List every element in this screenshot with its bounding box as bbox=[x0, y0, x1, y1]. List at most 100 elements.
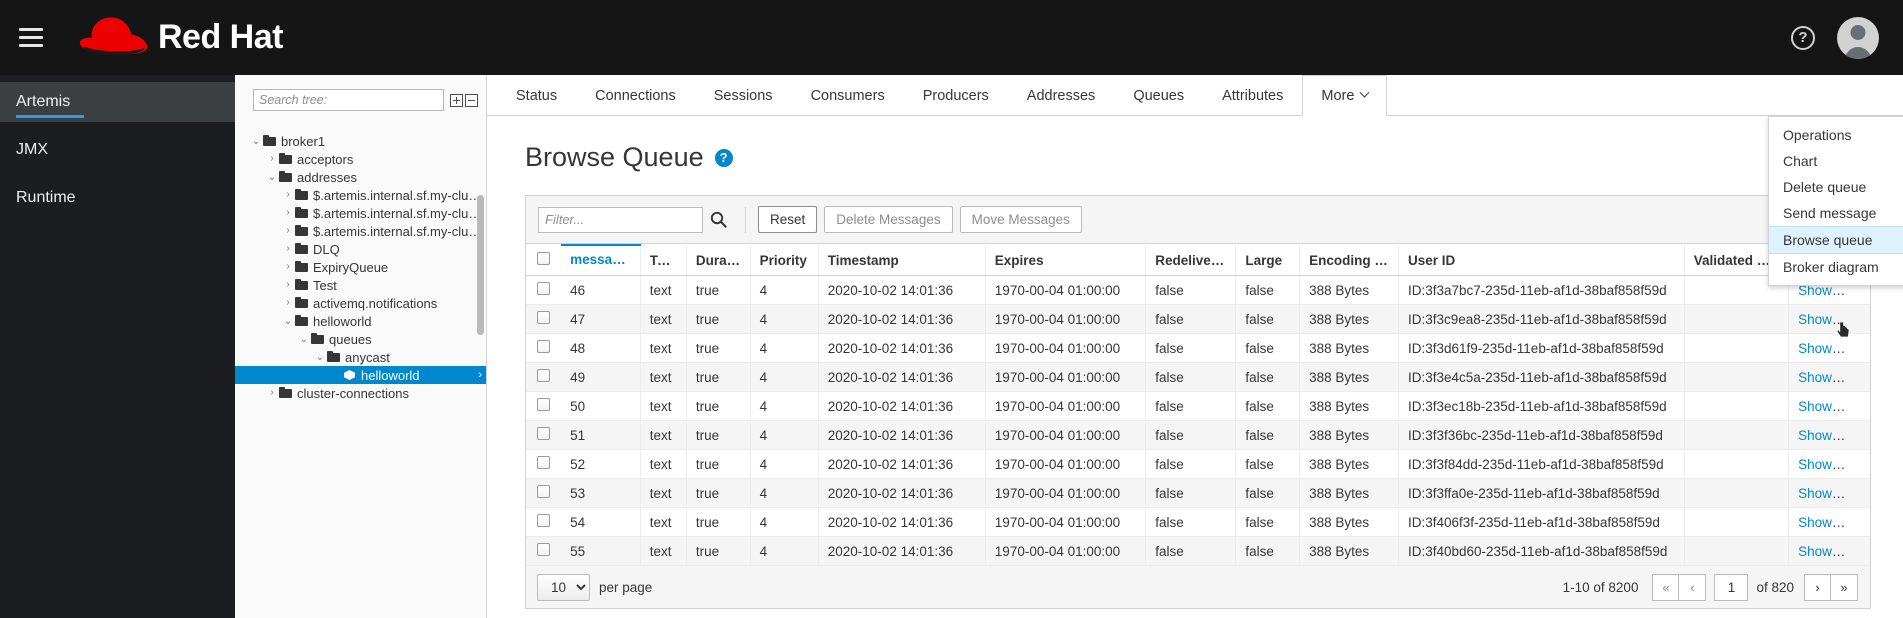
hamburger-icon[interactable] bbox=[14, 21, 48, 55]
row-checkbox[interactable] bbox=[537, 282, 550, 295]
next-page-button[interactable]: › bbox=[1804, 573, 1831, 601]
delete-messages-button[interactable]: Delete Messages bbox=[824, 206, 953, 233]
row-checkbox[interactable] bbox=[537, 427, 550, 440]
chevron-right-icon[interactable]: › bbox=[470, 369, 482, 381]
reset-button[interactable]: Reset bbox=[758, 206, 818, 233]
chevron-right-icon[interactable]: › bbox=[281, 280, 295, 290]
tree-node[interactable]: › ExpiryQueue bbox=[235, 258, 486, 276]
action-show-button[interactable]: Show bbox=[1798, 399, 1832, 414]
page-number-input[interactable] bbox=[1714, 573, 1749, 601]
column-header-messageid[interactable]: messageID^ bbox=[561, 244, 641, 276]
tree-scrollbar[interactable] bbox=[477, 195, 484, 335]
chevron-down-icon[interactable]: ⌄ bbox=[297, 334, 311, 344]
select-all-checkbox[interactable] bbox=[537, 252, 550, 265]
brand-logo[interactable]: Red Hat bbox=[66, 12, 283, 64]
column-header-user-id[interactable]: User ID bbox=[1398, 245, 1685, 276]
tab-queues[interactable]: Queues bbox=[1114, 75, 1203, 115]
action-resend-button[interactable]: Resend bbox=[1846, 370, 1870, 385]
help-icon[interactable]: ? bbox=[1791, 25, 1815, 50]
action-show-button[interactable]: Show bbox=[1798, 341, 1832, 356]
chevron-right-icon[interactable]: › bbox=[281, 226, 295, 236]
avatar[interactable] bbox=[1837, 16, 1879, 59]
prev-page-button[interactable]: ‹ bbox=[1679, 573, 1707, 601]
tab-consumers[interactable]: Consumers bbox=[792, 75, 904, 115]
tree-node[interactable]: ⌄ addresses bbox=[235, 168, 486, 186]
tree-node[interactable]: › Test bbox=[235, 276, 486, 294]
table-row[interactable]: 47 text true 4 2020-10-02 14:01:36 1970-00-04… bbox=[526, 304, 1870, 334]
column-header-durable[interactable]: Durable bbox=[686, 245, 751, 276]
action-show-button[interactable]: Show bbox=[1798, 544, 1832, 559]
sidebar-item-runtime[interactable]: Runtime bbox=[0, 178, 235, 218]
move-messages-button[interactable]: Move Messages bbox=[959, 206, 1082, 233]
search-icon[interactable] bbox=[703, 207, 733, 233]
filter-input[interactable] bbox=[538, 206, 703, 233]
table-row[interactable]: 52 text true 4 2020-10-02 14:01:36 1970-00-04… bbox=[526, 449, 1870, 479]
column-header-large[interactable]: Large bbox=[1235, 245, 1301, 276]
chevron-right-icon[interactable]: › bbox=[281, 190, 295, 200]
menu-item-send-message[interactable]: Send message bbox=[1769, 200, 1903, 226]
action-show-button[interactable]: Show bbox=[1798, 370, 1832, 385]
per-page-select[interactable]: 10 bbox=[537, 573, 590, 601]
action-show-button[interactable]: Show bbox=[1798, 515, 1832, 530]
tree-node[interactable]: › $.artemis.internal.sf.my-clust... bbox=[235, 222, 486, 240]
action-show-button[interactable]: Show bbox=[1798, 312, 1832, 327]
table-row[interactable]: 48 text true 4 2020-10-02 14:01:36 1970-00-04… bbox=[526, 333, 1870, 363]
chevron-right-icon[interactable]: › bbox=[281, 298, 295, 308]
action-resend-button[interactable]: Resend bbox=[1846, 428, 1870, 443]
chevron-right-icon[interactable]: › bbox=[265, 388, 279, 398]
chevron-right-icon[interactable]: › bbox=[281, 262, 295, 272]
action-resend-button[interactable]: Resend bbox=[1846, 341, 1870, 356]
tree-node[interactable]: helloworld › bbox=[235, 366, 486, 384]
tree-node[interactable]: ⌄ helloworld bbox=[235, 312, 486, 330]
table-row[interactable]: 49 text true 4 2020-10-02 14:01:36 1970-00-04… bbox=[526, 362, 1870, 392]
chevron-down-icon[interactable]: ⌄ bbox=[281, 316, 295, 326]
row-checkbox[interactable] bbox=[537, 485, 550, 498]
row-checkbox[interactable] bbox=[537, 543, 550, 556]
action-show-button[interactable]: Show bbox=[1798, 428, 1832, 443]
table-row[interactable]: 54 text true 4 2020-10-02 14:01:36 1970-00-04… bbox=[526, 507, 1870, 537]
first-page-button[interactable]: « bbox=[1652, 573, 1680, 601]
tree-node[interactable]: › DLQ bbox=[235, 240, 486, 258]
menu-item-broker-diagram[interactable]: Broker diagram bbox=[1769, 254, 1903, 280]
column-header-redelivered[interactable]: Redelivered bbox=[1145, 245, 1237, 276]
chevron-down-icon[interactable]: ⌄ bbox=[249, 136, 263, 146]
sidebar-item-artemis[interactable]: Artemis bbox=[0, 82, 235, 122]
action-resend-button[interactable]: Resend bbox=[1846, 544, 1870, 559]
collapse-all-icon[interactable] bbox=[465, 93, 478, 107]
expand-all-icon[interactable] bbox=[450, 93, 463, 107]
tab-sessions[interactable]: Sessions bbox=[695, 75, 792, 115]
tree-node[interactable]: ⌄ broker1 bbox=[235, 132, 486, 150]
tab-connections[interactable]: Connections bbox=[576, 75, 695, 115]
table-row[interactable]: 51 text true 4 2020-10-02 14:01:36 1970-00-04… bbox=[526, 420, 1870, 450]
tab-status[interactable]: Status bbox=[497, 75, 576, 115]
tree-node[interactable]: ⌄ anycast bbox=[235, 348, 486, 366]
action-show-button[interactable]: Show bbox=[1798, 457, 1832, 472]
tab-producers[interactable]: Producers bbox=[904, 75, 1008, 115]
tab-attributes[interactable]: Attributes bbox=[1203, 75, 1302, 115]
table-row[interactable]: 55 text true 4 2020-10-02 14:01:36 1970-00-04… bbox=[526, 536, 1870, 566]
column-header-encoding-size[interactable]: Encoding size bbox=[1299, 245, 1399, 276]
tree-node[interactable]: ⌄ queues bbox=[235, 330, 486, 348]
action-show-button[interactable]: Show bbox=[1798, 486, 1832, 501]
chevron-right-icon[interactable]: › bbox=[281, 244, 295, 254]
tree-node[interactable]: › acceptors bbox=[235, 150, 486, 168]
menu-item-chart[interactable]: Chart bbox=[1769, 148, 1903, 174]
action-resend-button[interactable]: Resend bbox=[1846, 486, 1870, 501]
menu-item-browse-queue[interactable]: Browse queue bbox=[1769, 226, 1903, 254]
row-checkbox[interactable] bbox=[537, 398, 550, 411]
tree-node[interactable]: › cluster-connections bbox=[235, 384, 486, 402]
row-checkbox[interactable] bbox=[537, 311, 550, 324]
search-tree-input[interactable] bbox=[253, 89, 444, 111]
last-page-button[interactable]: » bbox=[1831, 573, 1858, 601]
chevron-down-icon[interactable]: ⌄ bbox=[265, 172, 279, 182]
chevron-down-icon[interactable]: ⌄ bbox=[313, 352, 327, 362]
row-checkbox[interactable] bbox=[537, 340, 550, 353]
row-checkbox[interactable] bbox=[537, 456, 550, 469]
table-row[interactable]: 50 text true 4 2020-10-02 14:01:36 1970-00-04… bbox=[526, 391, 1870, 421]
column-header-priority[interactable]: Priority bbox=[750, 245, 819, 276]
table-row[interactable]: 46 text true 4 2020-10-02 14:01:36 1970-00-04… bbox=[526, 275, 1870, 305]
action-resend-button[interactable]: Resend bbox=[1846, 312, 1870, 327]
chevron-right-icon[interactable]: › bbox=[281, 208, 295, 218]
page-help-icon[interactable]: ? bbox=[714, 148, 733, 167]
tab-more[interactable]: More bbox=[1302, 75, 1388, 116]
